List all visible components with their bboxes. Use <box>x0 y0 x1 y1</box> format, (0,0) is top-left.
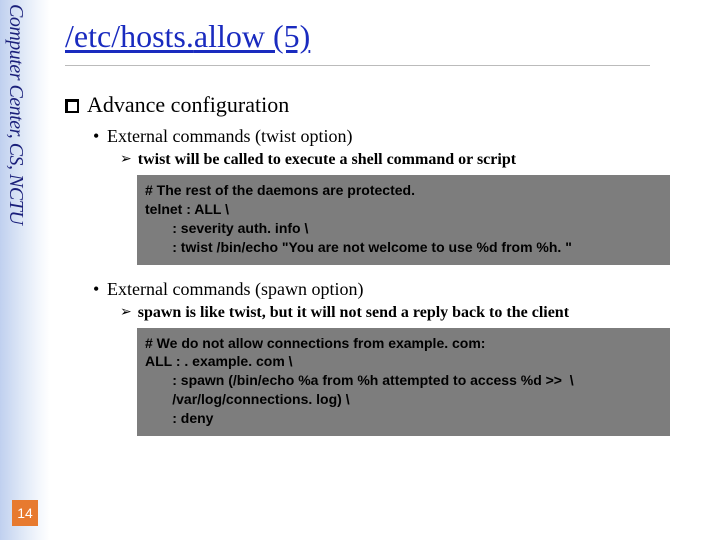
bullet-item-2-label: External commands (spawn option) <box>107 279 363 300</box>
bullet-item-2: • External commands (spawn option) <box>93 279 710 300</box>
bullet-dot-icon: • <box>93 279 99 300</box>
subnote-1-text: twist will be called to execute a shell … <box>138 151 516 169</box>
bullet-item-1-label: External commands (twist option) <box>107 126 352 147</box>
sidebar-gradient: Computer Center, CS, NCTU <box>0 0 50 540</box>
bullet-item-1: • External commands (twist option) <box>93 126 710 147</box>
sidebar-affiliation: Computer Center, CS, NCTU <box>4 4 27 224</box>
slide-content: /etc/hosts.allow (5) Advance configurati… <box>65 0 710 450</box>
subnote-2-text: spawn is like twist, but it will not sen… <box>138 304 569 322</box>
page-number-badge: 14 <box>12 500 38 526</box>
code-block-2: # We do not allow connections from examp… <box>137 328 670 436</box>
chevron-icon: ➢ <box>120 151 132 169</box>
chevron-icon: ➢ <box>120 304 132 322</box>
subnote-1: ➢ twist will be called to execute a shel… <box>120 151 710 169</box>
section-heading-row: Advance configuration <box>65 92 710 118</box>
slide-title: /etc/hosts.allow (5) <box>65 18 710 55</box>
subnote-2: ➢ spawn is like twist, but it will not s… <box>120 304 710 322</box>
bullet-dot-icon: • <box>93 126 99 147</box>
page-number: 14 <box>17 505 33 521</box>
section-heading: Advance configuration <box>87 92 289 118</box>
code-block-1: # The rest of the daemons are protected.… <box>137 175 670 265</box>
title-divider <box>65 65 650 66</box>
checkbox-bullet-icon <box>65 99 79 113</box>
